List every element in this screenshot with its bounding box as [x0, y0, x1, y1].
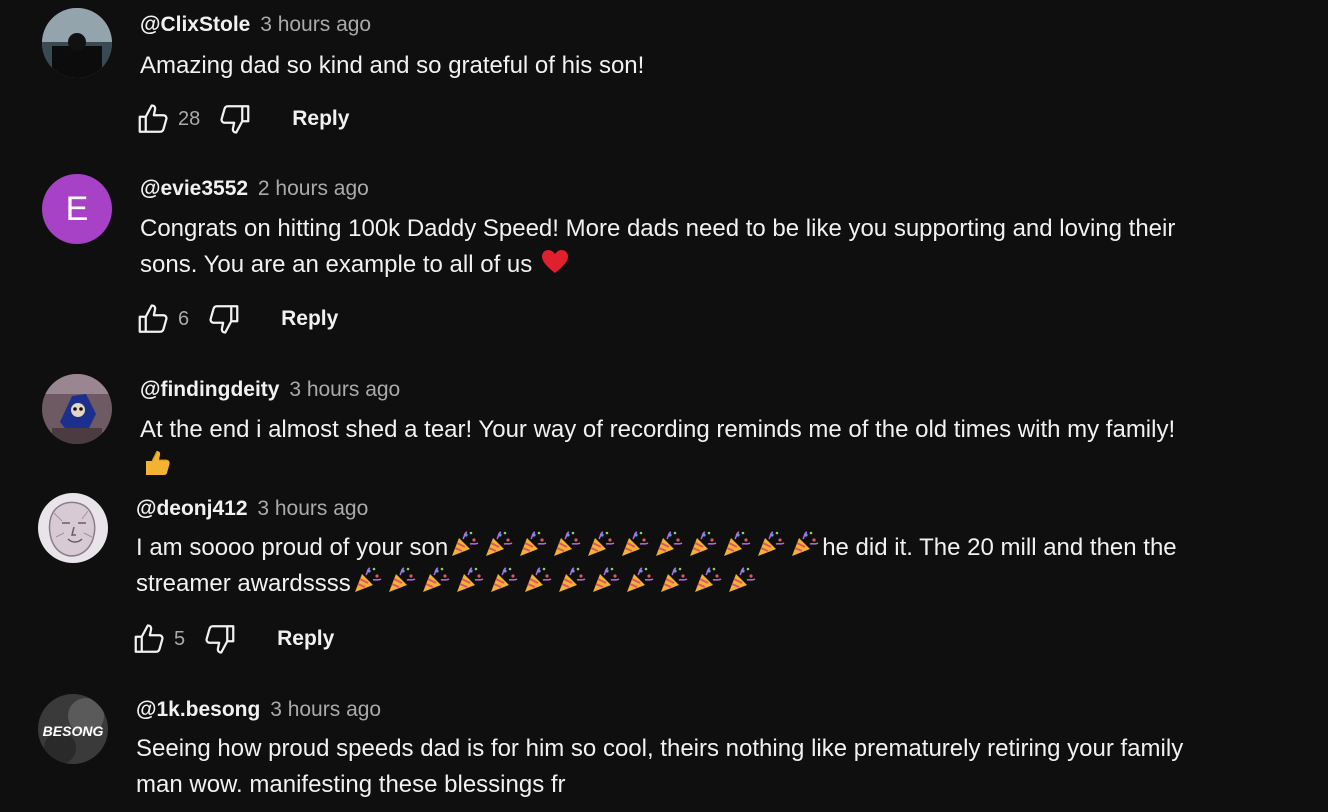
- comment-text: I am soooo proud of your son he did it. T…: [136, 530, 1236, 602]
- party-popper-icon: [452, 531, 479, 556]
- avatar[interactable]: [38, 493, 108, 563]
- dislike-button[interactable]: [199, 619, 239, 659]
- author-name[interactable]: @evie3552: [140, 177, 248, 200]
- timestamp[interactable]: 3 hours ago: [257, 497, 368, 520]
- dislike-button[interactable]: [214, 99, 254, 139]
- party-popper-icon: [626, 567, 654, 592]
- comment-actions: 5 Reply: [130, 619, 334, 659]
- party-emoji-group: [351, 567, 759, 597]
- comment-actions: 6 Reply: [134, 299, 338, 339]
- party-popper-icon: [456, 567, 484, 592]
- comment-text: Amazing dad so kind and so grateful of h…: [140, 52, 645, 79]
- party-emoji-group: [448, 531, 822, 561]
- author-name[interactable]: @1k.besong: [136, 698, 260, 721]
- comment-header: @deonj412 3 hours ago: [136, 496, 368, 522]
- thumbs-down-icon: [220, 105, 250, 134]
- avatar[interactable]: BESONG: [38, 694, 108, 764]
- author-name[interactable]: @ClixStole: [140, 13, 250, 36]
- comment-text-mid: he did it. The 20 mill and then the: [822, 534, 1177, 561]
- thumbs-down-icon: [209, 305, 239, 334]
- author-name[interactable]: @findingdeity: [140, 378, 279, 401]
- photo-silhouette-icon: [42, 8, 112, 78]
- comment-text-line-1: At the end i almost shed a tear! Your wa…: [140, 416, 1176, 443]
- party-popper-icon: [520, 531, 547, 556]
- comment-text: At the end i almost shed a tear! Your wa…: [140, 412, 1220, 486]
- like-button[interactable]: [130, 619, 170, 659]
- reply-button[interactable]: Reply: [277, 627, 334, 651]
- party-popper-icon: [422, 567, 450, 592]
- timestamp[interactable]: 2 hours ago: [258, 177, 369, 200]
- party-popper-icon: [728, 567, 756, 592]
- comment-text-line-1: Seeing how proud speeds dad is for him s…: [136, 735, 1184, 762]
- comment-text: Seeing how proud speeds dad is for him s…: [136, 731, 1236, 803]
- timestamp[interactable]: 3 hours ago: [260, 13, 371, 36]
- red-heart-icon: [541, 250, 568, 273]
- thumbs-up-emoji-icon: [146, 450, 170, 475]
- sketch-face-icon: [38, 493, 108, 563]
- party-popper-icon: [758, 531, 785, 556]
- avatar-letter: E: [65, 189, 89, 228]
- comment-actions: 28 Reply: [134, 99, 349, 139]
- reply-button[interactable]: Reply: [281, 307, 338, 331]
- party-popper-icon: [656, 531, 683, 556]
- reply-button[interactable]: Reply: [292, 107, 349, 131]
- thumbs-up-icon: [138, 304, 168, 333]
- party-popper-icon: [490, 567, 518, 592]
- avatar[interactable]: E: [42, 174, 112, 244]
- like-button[interactable]: [134, 299, 174, 339]
- party-popper-icon: [588, 531, 615, 556]
- timestamp[interactable]: 3 hours ago: [289, 378, 400, 401]
- like-count: 6: [178, 307, 190, 330]
- party-popper-icon: [554, 531, 581, 556]
- comment-header: @ClixStole 3 hours ago: [140, 12, 371, 38]
- avatar-logo-text: BESONG: [43, 723, 104, 739]
- thumbs-down-icon: [205, 625, 235, 654]
- party-popper-icon: [694, 567, 722, 592]
- comment-text-line-2: sons. You are an example to all of us: [140, 251, 533, 278]
- comment-text: Congrats on hitting 100k Daddy Speed! Mo…: [140, 211, 1220, 283]
- avatar[interactable]: [42, 8, 112, 78]
- comment-text-line-1: Congrats on hitting 100k Daddy Speed! Mo…: [140, 215, 1176, 242]
- party-popper-icon: [524, 567, 552, 592]
- cartoon-character-icon: [42, 374, 112, 444]
- thumbs-up-icon: [134, 624, 164, 653]
- avatar[interactable]: [42, 374, 112, 444]
- comment-text-line-2: man wow. manifesting these blessings fr: [136, 771, 566, 798]
- party-popper-icon: [660, 567, 688, 592]
- like-count: 5: [174, 627, 186, 650]
- like-count: 28: [178, 107, 201, 130]
- comment-text-line-2: streamer awardssss: [136, 570, 351, 597]
- comment-header: @evie3552 2 hours ago: [140, 176, 369, 202]
- author-name[interactable]: @deonj412: [136, 497, 248, 520]
- dislike-button[interactable]: [203, 299, 243, 339]
- comment-header: @1k.besong 3 hours ago: [136, 697, 381, 723]
- comment-text-start: I am soooo proud of your son: [136, 534, 449, 561]
- party-popper-icon: [558, 567, 586, 592]
- party-popper-icon: [592, 567, 620, 592]
- like-button[interactable]: [134, 99, 174, 139]
- party-popper-icon: [354, 567, 382, 592]
- party-popper-icon: [486, 531, 513, 556]
- party-popper-icon: [388, 567, 416, 592]
- party-popper-icon: [792, 531, 819, 556]
- timestamp[interactable]: 3 hours ago: [270, 698, 381, 721]
- logo-avatar-icon: BESONG: [38, 694, 108, 764]
- comment-header: @findingdeity 3 hours ago: [140, 377, 400, 403]
- party-popper-icon: [622, 531, 649, 556]
- party-popper-icon: [724, 531, 751, 556]
- party-popper-icon: [690, 531, 717, 556]
- thumbs-up-icon: [138, 104, 168, 133]
